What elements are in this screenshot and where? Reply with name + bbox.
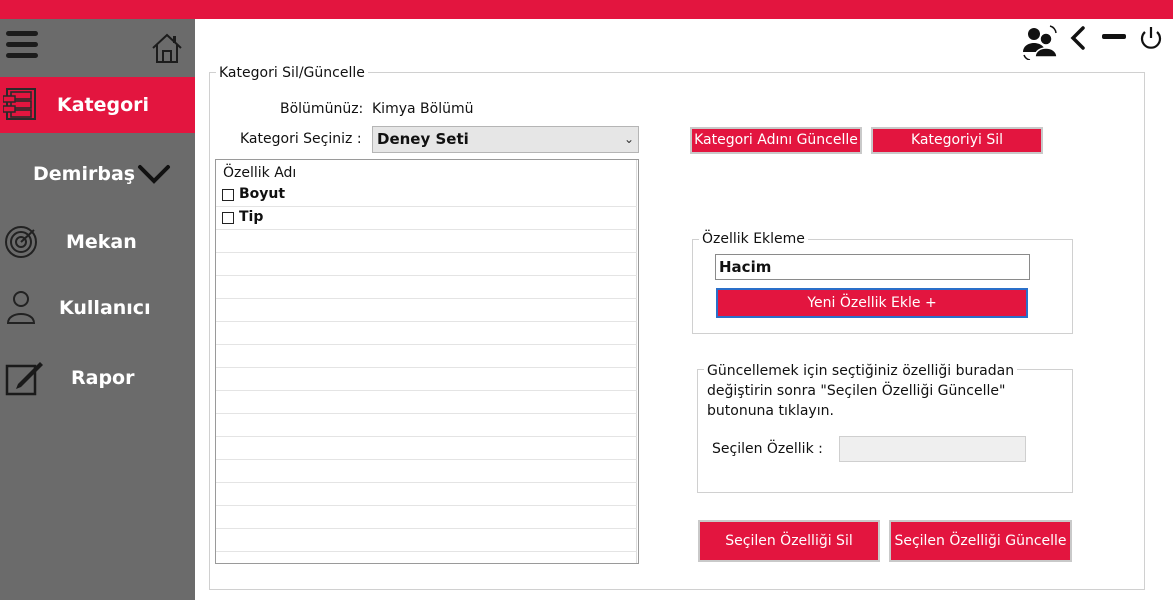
sidebar-item-kategori[interactable]: Kategori: [0, 77, 195, 133]
update-instructions: Güncellemek için seçtiğiniz özelliği bur…: [704, 361, 1018, 421]
add-feature-group-title: Özellik Ekleme: [699, 231, 808, 247]
list-item-empty: [216, 230, 637, 253]
selected-feature-label: Seçilen Özellik :: [712, 441, 823, 457]
instruction-line: değiştirin sonra "Seçilen Özelliği Günce…: [707, 383, 1006, 399]
list-item-empty: [216, 437, 637, 460]
list-item-label: Tip: [239, 209, 264, 225]
sidebar-item-label: Mekan: [66, 231, 137, 253]
chevron-down-icon[interactable]: [137, 163, 171, 185]
selected-feature-input[interactable]: [839, 436, 1026, 462]
instruction-line: butonuna tıklayın.: [707, 403, 834, 419]
radar-icon: [5, 226, 37, 258]
list-item-empty: [216, 276, 637, 299]
switch-user-icon[interactable]: [1022, 24, 1058, 60]
feature-list[interactable]: Özellik Adı Boyut Tip: [215, 159, 639, 564]
sidebar: Kategori Demirbaş Mekan Kullanıcı Rapor: [0, 19, 195, 600]
list-item-empty: [216, 506, 637, 529]
add-feature-button[interactable]: Yeni Özellik Ekle +: [716, 288, 1028, 318]
category-select-label: Kategori Seçiniz :: [240, 131, 362, 147]
department-label: Bölümünüz:: [280, 101, 364, 117]
power-icon[interactable]: [1138, 25, 1164, 51]
home-icon[interactable]: [150, 31, 184, 65]
list-item-empty: [216, 414, 637, 437]
checkbox[interactable]: [222, 189, 234, 201]
list-item-empty: [216, 368, 637, 391]
list-item-label: Boyut: [239, 186, 286, 202]
list-item-empty: [216, 253, 637, 276]
instruction-line: Güncellemek için seçtiğiniz özelliği bur…: [707, 363, 1015, 379]
group-title: Kategori Sil/Güncelle: [216, 65, 368, 81]
sidebar-item-label: Kullanıcı: [59, 297, 151, 319]
list-item-empty: [216, 460, 637, 483]
delete-category-button[interactable]: Kategoriyi Sil: [871, 127, 1043, 154]
list-item-empty: [216, 299, 637, 322]
minimize-icon[interactable]: [1101, 33, 1127, 41]
category-cabinet-icon: [3, 88, 36, 120]
sidebar-item-label: Rapor: [71, 367, 135, 389]
new-feature-input[interactable]: [715, 254, 1030, 280]
update-selected-feature-button[interactable]: Seçilen Özelliği Güncelle: [889, 520, 1072, 562]
list-item[interactable]: Boyut: [216, 184, 637, 207]
sidebar-item-rapor[interactable]: Rapor: [0, 350, 195, 406]
edit-report-icon: [5, 362, 43, 396]
back-icon[interactable]: [1069, 26, 1087, 50]
list-item-empty: [216, 391, 637, 414]
category-select[interactable]: Deney Seti ⌄: [372, 126, 639, 153]
sidebar-item-label: Demirbaş: [33, 163, 136, 185]
checkbox[interactable]: [222, 212, 234, 224]
sidebar-item-label: Kategori: [57, 94, 150, 116]
sidebar-item-demirbas[interactable]: Demirbaş: [0, 146, 195, 202]
sidebar-item-kullanici[interactable]: Kullanıcı: [0, 280, 195, 336]
sidebar-header: [0, 19, 195, 77]
list-item-empty: [216, 552, 637, 563]
list-item-empty: [216, 322, 637, 345]
top-accent-bar: [0, 0, 1173, 19]
feature-list-header: Özellik Adı: [216, 160, 637, 184]
hamburger-icon[interactable]: [6, 31, 38, 61]
list-item-empty: [216, 345, 637, 368]
department-value: Kimya Bölümü: [372, 101, 474, 117]
update-category-name-button[interactable]: Kategori Adını Güncelle: [690, 127, 862, 154]
chevron-down-icon: ⌄: [623, 132, 634, 146]
list-item-empty: [216, 529, 637, 552]
sidebar-item-mekan[interactable]: Mekan: [0, 214, 195, 270]
category-select-value: Deney Seti: [377, 130, 469, 148]
delete-selected-feature-button[interactable]: Seçilen Özelliği Sil: [698, 520, 880, 562]
list-item-empty: [216, 483, 637, 506]
user-icon: [6, 291, 36, 324]
list-item[interactable]: Tip: [216, 207, 637, 230]
